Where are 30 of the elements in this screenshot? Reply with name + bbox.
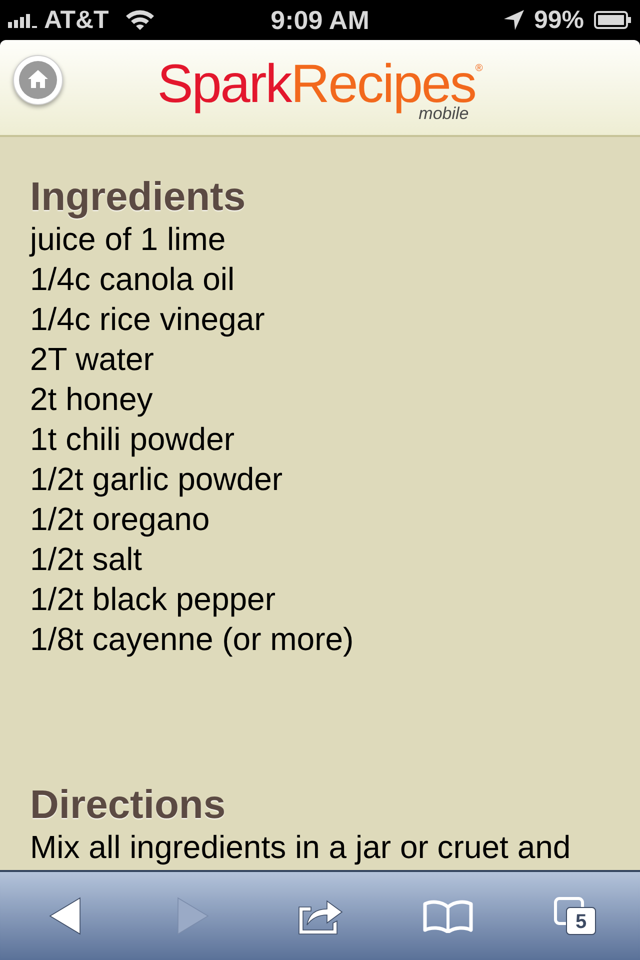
directions-heading: Directions bbox=[30, 783, 226, 827]
ingredient-line: 1/2t garlic powder bbox=[30, 460, 283, 499]
ingredient-line: 1/4c canola oil bbox=[30, 260, 235, 299]
book-icon bbox=[422, 899, 472, 933]
tabs-button[interactable]: 5 bbox=[540, 886, 610, 946]
ingredient-line: 1/2t salt bbox=[30, 540, 142, 579]
ingredient-line: 1/8t cayenne (or more) bbox=[30, 620, 354, 659]
battery-percent: 99% bbox=[534, 8, 584, 32]
clock-time: 9:09 AM bbox=[270, 7, 370, 33]
ingredient-line: 2t honey bbox=[30, 380, 153, 419]
battery-icon bbox=[594, 11, 632, 29]
ingredient-line: juice of 1 lime bbox=[30, 220, 226, 259]
ingredient-line: 1/2t oregano bbox=[30, 500, 210, 539]
directions-text: Mix all ingredients in a jar or cruet and bbox=[30, 828, 571, 867]
forward-arrow-icon bbox=[176, 897, 208, 935]
ingredient-line: 1/4c rice vinegar bbox=[30, 300, 265, 339]
home-button[interactable] bbox=[13, 55, 63, 105]
ingredient-line: 2T water bbox=[30, 340, 154, 379]
ingredients-heading: Ingredients bbox=[30, 175, 246, 219]
tab-count: 5 bbox=[566, 907, 596, 935]
location-arrow-icon bbox=[504, 10, 524, 30]
wifi-icon bbox=[124, 9, 155, 31]
home-icon bbox=[19, 61, 57, 99]
registered-mark: ® bbox=[475, 64, 483, 74]
back-arrow-icon bbox=[49, 897, 81, 935]
signal-bars-icon bbox=[8, 12, 38, 28]
ingredient-line: 1t chili powder bbox=[30, 420, 235, 459]
site-logo[interactable]: SparkRecipes® mobile bbox=[157, 56, 483, 122]
ingredient-line: 1/2t black pepper bbox=[30, 580, 276, 619]
carrier-name: AT&T bbox=[44, 8, 109, 32]
